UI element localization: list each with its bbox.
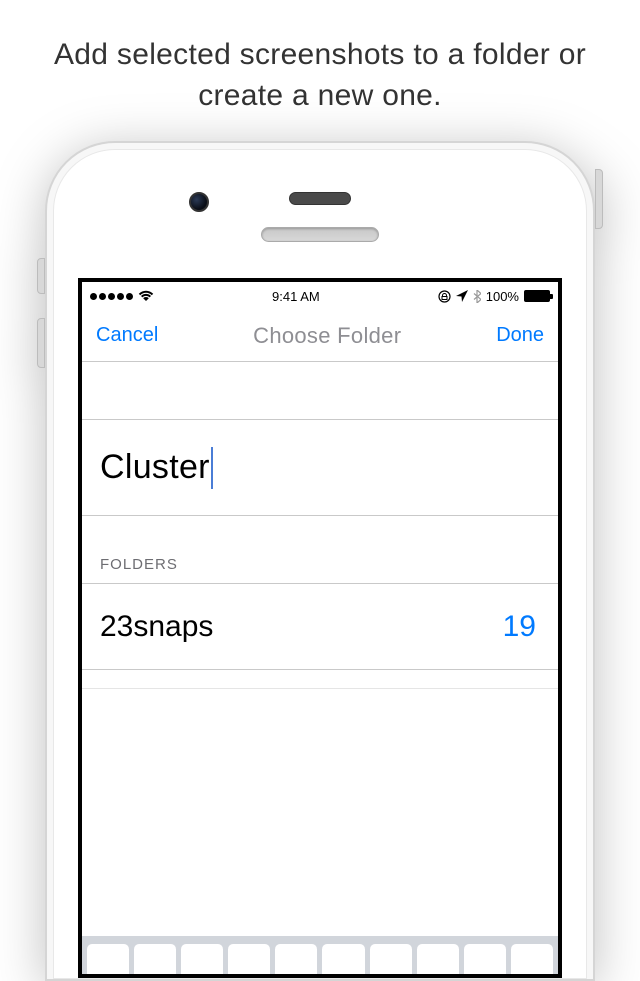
device-screen: 9:41 AM 100% — [78, 278, 562, 978]
volume-button-hardware — [37, 318, 45, 368]
power-button-hardware — [595, 169, 603, 229]
sensor-slot-hardware — [289, 192, 351, 205]
folder-row-count: 19 — [503, 610, 536, 644]
status-time: 9:41 AM — [272, 289, 320, 304]
navigation-bar: Cancel Choose Folder Done — [82, 310, 558, 362]
folder-name-input[interactable]: Cluster — [82, 420, 558, 516]
cellular-signal-icon — [90, 293, 133, 300]
location-icon — [456, 290, 468, 302]
earpiece-speaker-hardware — [261, 227, 379, 242]
folder-row-name: 23snaps — [100, 610, 213, 644]
wifi-icon — [138, 290, 154, 302]
folder-row[interactable]: 23snaps 19 — [82, 584, 558, 670]
battery-percent: 100% — [486, 289, 519, 304]
spacer-row — [82, 362, 558, 420]
folders-section-header: FOLDERS — [82, 516, 558, 584]
marketing-headline: Add selected screenshots to a folder or … — [0, 0, 640, 141]
mute-switch-hardware — [37, 258, 45, 294]
status-bar: 9:41 AM 100% — [82, 282, 558, 310]
text-caret — [211, 447, 213, 489]
done-button[interactable]: Done — [496, 324, 544, 347]
device-frame: 9:41 AM 100% — [0, 141, 640, 981]
battery-icon — [524, 290, 550, 302]
keyboard[interactable] — [82, 936, 558, 974]
nav-title: Choose Folder — [253, 323, 401, 349]
folder-name-input-value: Cluster — [100, 448, 210, 487]
bluetooth-icon — [473, 290, 481, 303]
cancel-button[interactable]: Cancel — [96, 324, 158, 347]
orientation-lock-icon — [438, 290, 451, 303]
